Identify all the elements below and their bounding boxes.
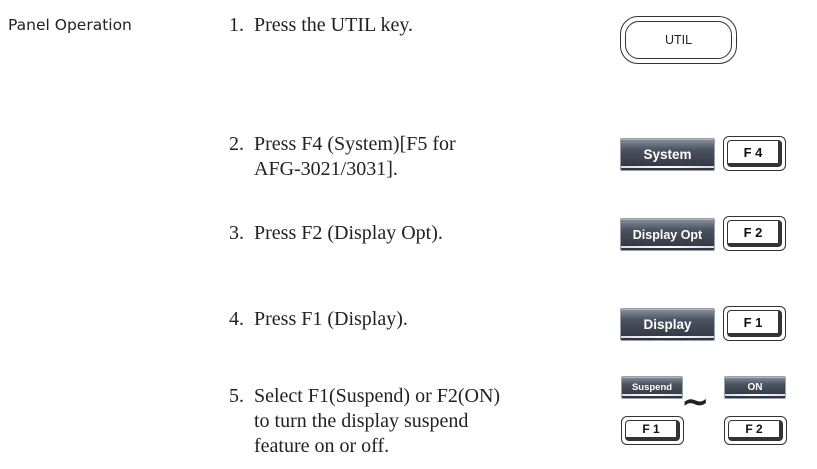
f1-key-label: F 1	[625, 420, 680, 441]
step-1: 1. Press the UTIL key.	[229, 13, 413, 38]
step-number: 3.	[229, 222, 244, 244]
step-text: Press the UTIL key.	[254, 14, 414, 36]
step-5-line-2: to turn the display suspend	[229, 409, 468, 434]
f2-key[interactable]: F 2	[723, 216, 786, 251]
f4-key-label: F 4	[727, 140, 782, 167]
f1-key-label: F 1	[727, 310, 782, 337]
step-2-line-2: AFG-3021/3031].	[229, 157, 398, 182]
display-softkey-label[interactable]: Display	[620, 308, 715, 341]
f1-key[interactable]: F 1	[621, 416, 684, 445]
step-number: 5.	[229, 385, 244, 407]
step-number: 2.	[229, 133, 244, 155]
step-text: to turn the display suspend	[254, 410, 469, 432]
f2-key[interactable]: F 2	[724, 416, 787, 445]
util-key-label: UTIL	[625, 21, 732, 59]
step-text: feature on or off.	[254, 435, 390, 457]
util-key[interactable]: UTIL	[620, 16, 737, 64]
section-label: Panel Operation	[8, 16, 132, 34]
step-text: Press F2 (Display Opt).	[254, 222, 443, 244]
on-softkey-label[interactable]: ON	[724, 376, 786, 399]
step-number: 4.	[229, 308, 244, 330]
f1-key[interactable]: F 1	[723, 306, 786, 341]
step-number: 1.	[229, 14, 244, 36]
f4-key[interactable]: F 4	[723, 136, 786, 171]
step-text: Press F4 (System)[F5 for	[254, 133, 456, 155]
f2-key-label: F 2	[727, 220, 782, 247]
step-5-line-3: feature on or off.	[229, 434, 389, 459]
range-tilde: ∼	[681, 382, 710, 422]
step-text: AFG-3021/3031].	[254, 158, 398, 180]
display-opt-softkey-label[interactable]: Display Opt	[620, 218, 715, 251]
step-3: 3. Press F2 (Display Opt).	[229, 221, 443, 246]
f2-key-label: F 2	[728, 420, 783, 441]
step-5: 5. Select F1(Suspend) or F2(ON)	[229, 384, 500, 409]
suspend-softkey-label[interactable]: Suspend	[621, 376, 683, 399]
step-2: 2. Press F4 (System)[F5 for	[229, 132, 456, 157]
system-softkey-label[interactable]: System	[620, 138, 715, 171]
step-text: Select F1(Suspend) or F2(ON)	[254, 385, 501, 407]
step-text: Press F1 (Display).	[254, 308, 408, 330]
step-4: 4. Press F1 (Display).	[229, 307, 408, 332]
